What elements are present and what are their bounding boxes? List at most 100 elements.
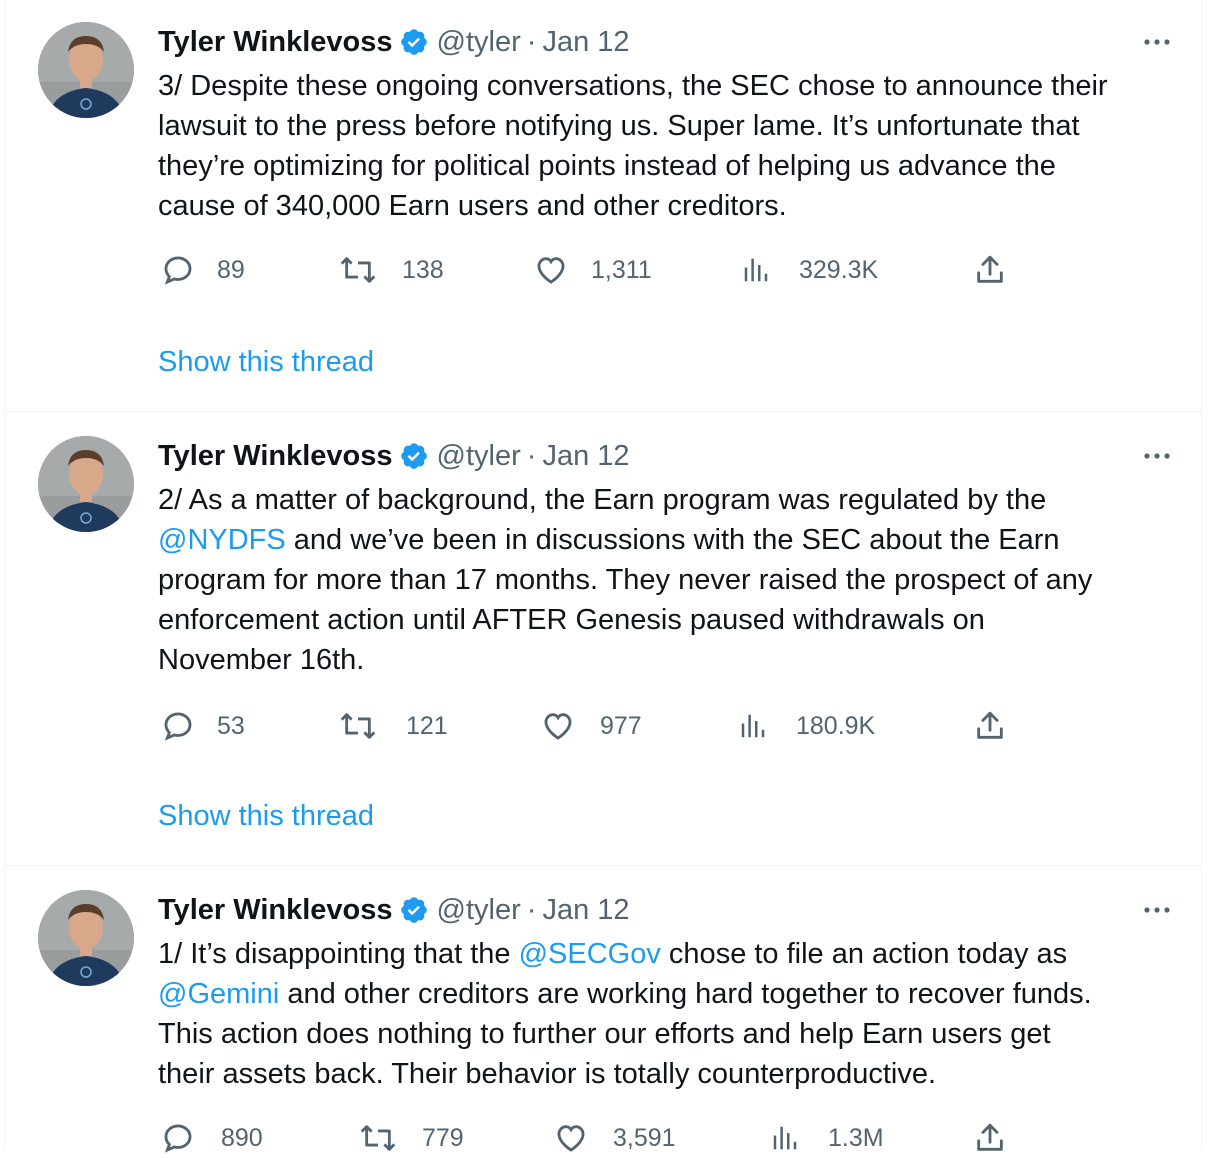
avatar[interactable] (38, 22, 134, 118)
tweet-text-line: @NYDFS and we’ve been in discussions wit… (158, 520, 1188, 560)
retweet-button[interactable]: 138 (338, 250, 444, 290)
tweet-text-segment: they’re optimizing for political points … (158, 150, 1056, 182)
tweet-date[interactable]: Jan 12 (542, 894, 629, 927)
retweet-button[interactable]: 121 (338, 706, 448, 746)
tweet-actions: 53 121 977 180.9K (158, 706, 1058, 746)
like-count: 3,591 (613, 1123, 676, 1152)
tweet-text-segment: their assets back. Their behavior is tot… (158, 1058, 937, 1090)
more-options-icon[interactable] (1137, 22, 1177, 62)
tweet-text-segment: enforcement action until AFTER Genesis p… (158, 604, 985, 636)
tweet-header: Tyler Winklevoss @tyler · Jan 12 (158, 22, 1177, 62)
show-thread-link[interactable]: Show this thread (158, 342, 374, 382)
tweet-actions: 890 779 3,591 1.3M (158, 1118, 1058, 1158)
reply-button[interactable]: 890 (161, 1118, 263, 1158)
share-icon (977, 711, 1003, 739)
tweet-text-segment: program for more than 17 months. They ne… (158, 564, 1093, 596)
separator: · (526, 439, 537, 472)
retweet-button[interactable]: 779 (358, 1118, 464, 1158)
views-icon (741, 714, 765, 738)
views-button[interactable]: 1.3M (770, 1118, 884, 1158)
view-count: 1.3M (828, 1123, 884, 1152)
views-button[interactable]: 180.9K (738, 706, 875, 746)
tweet-text-segment: 3/ Despite these ongoing conversations, … (158, 70, 1108, 102)
view-count: 180.9K (796, 711, 876, 740)
tweet-text-line: enforcement action until AFTER Genesis p… (158, 600, 1188, 640)
tweet-header: Tyler Winklevoss @tyler · Jan 12 (158, 890, 1177, 930)
tweet-text-segment: This action does nothing to further our … (158, 1018, 1051, 1050)
tweet-text-line: lawsuit to the press before notifying us… (158, 106, 1188, 146)
tweet-text-line: program for more than 17 months. They ne… (158, 560, 1188, 600)
author-handle[interactable]: @tyler (437, 26, 521, 59)
like-count: 977 (600, 711, 642, 740)
tweet-text-segment: November 16th. (158, 644, 365, 676)
tweet-text-line: cause of 340,000 Earn users and other cr… (158, 186, 1188, 226)
verified-badge-icon (399, 441, 429, 471)
author-name[interactable]: Tyler Winklevoss (158, 440, 393, 473)
author-handle[interactable]: @tyler (437, 440, 521, 473)
tweet-text-segment: lawsuit to the press before notifying us… (158, 110, 1080, 142)
reply-count: 89 (217, 255, 245, 284)
tweet-text: 2/ As a matter of background, the Earn p… (158, 480, 1188, 680)
avatar[interactable] (38, 890, 134, 986)
tweet-feed: Tyler Winklevoss @tyler · Jan 12 3/ Desp… (4, 0, 1202, 1153)
reply-button[interactable]: 89 (161, 250, 245, 290)
retweet-count: 779 (422, 1123, 464, 1152)
tweet[interactable]: Tyler Winklevoss @tyler · Jan 12 1/ It’s… (5, 866, 1201, 1153)
show-thread-link[interactable]: Show this thread (158, 796, 374, 836)
tweet-text-segment: and other creditors are working hard tog… (279, 978, 1092, 1010)
avatar[interactable] (38, 436, 134, 532)
tweet-text-line: This action does nothing to further our … (158, 1014, 1188, 1054)
view-count: 329.3K (799, 255, 879, 284)
more-options-icon[interactable] (1137, 436, 1177, 476)
reply-icon (164, 712, 192, 741)
reply-count: 890 (221, 1123, 263, 1152)
tweet-text-line: 3/ Despite these ongoing conversations, … (158, 66, 1188, 106)
share-icon (977, 255, 1003, 283)
tweet-text: 1/ It’s disappointing that the @SECGov c… (158, 934, 1188, 1094)
tweet[interactable]: Tyler Winklevoss @tyler · Jan 12 3/ Desp… (5, 0, 1201, 412)
tweet-text-segment: 2/ As a matter of background, the Earn p… (158, 484, 1047, 516)
retweet-count: 138 (402, 255, 444, 284)
tweet-text-line: November 16th. (158, 640, 1188, 680)
author-handle[interactable]: @tyler (437, 894, 521, 927)
reply-button[interactable]: 53 (161, 706, 245, 746)
views-icon (773, 1126, 797, 1150)
verified-badge-icon (399, 895, 429, 925)
tweet-text-line: 1/ It’s disappointing that the @SECGov c… (158, 934, 1188, 974)
reply-count: 53 (217, 711, 245, 740)
tweet-text-segment: cause of 340,000 Earn users and other cr… (158, 190, 787, 222)
mention-link[interactable]: @NYDFS (158, 524, 286, 556)
more-options-icon[interactable] (1137, 890, 1177, 930)
tweet-text-line: 2/ As a matter of background, the Earn p… (158, 480, 1188, 520)
share-button[interactable] (973, 1118, 1007, 1158)
tweet-text-segment: 1/ It’s disappointing that the (158, 938, 519, 970)
retweet-icon (340, 257, 376, 283)
retweet-count: 121 (406, 711, 448, 740)
like-button[interactable]: 977 (540, 706, 642, 746)
tweet-date[interactable]: Jan 12 (542, 26, 629, 59)
tweet[interactable]: Tyler Winklevoss @tyler · Jan 12 2/ As a… (5, 412, 1201, 866)
separator: · (526, 25, 537, 58)
tweet-date[interactable]: Jan 12 (542, 440, 629, 473)
tweet-text-line: they’re optimizing for political points … (158, 146, 1188, 186)
author-name[interactable]: Tyler Winklevoss (158, 894, 393, 927)
retweet-icon (340, 713, 376, 739)
reply-icon (164, 256, 192, 285)
share-button[interactable] (973, 706, 1007, 746)
views-icon (744, 258, 768, 282)
like-button[interactable]: 3,591 (553, 1118, 676, 1158)
like-count: 1,311 (591, 255, 652, 284)
mention-link[interactable]: @SECGov (519, 938, 661, 970)
views-button[interactable]: 329.3K (741, 250, 878, 290)
tweet-text-segment: chose to file an action today as (660, 938, 1068, 970)
tweet-actions: 89 138 1,311 329.3K (158, 250, 1058, 290)
like-button[interactable]: 1,311 (533, 250, 652, 290)
tweet-text: 3/ Despite these ongoing conversations, … (158, 66, 1188, 226)
tweet-text-line: their assets back. Their behavior is tot… (158, 1054, 1188, 1094)
heart-icon (544, 713, 572, 740)
author-name[interactable]: Tyler Winklevoss (158, 26, 393, 59)
separator: · (526, 893, 537, 926)
mention-link[interactable]: @Gemini (158, 978, 279, 1010)
heart-icon (537, 257, 565, 284)
share-button[interactable] (973, 250, 1007, 290)
